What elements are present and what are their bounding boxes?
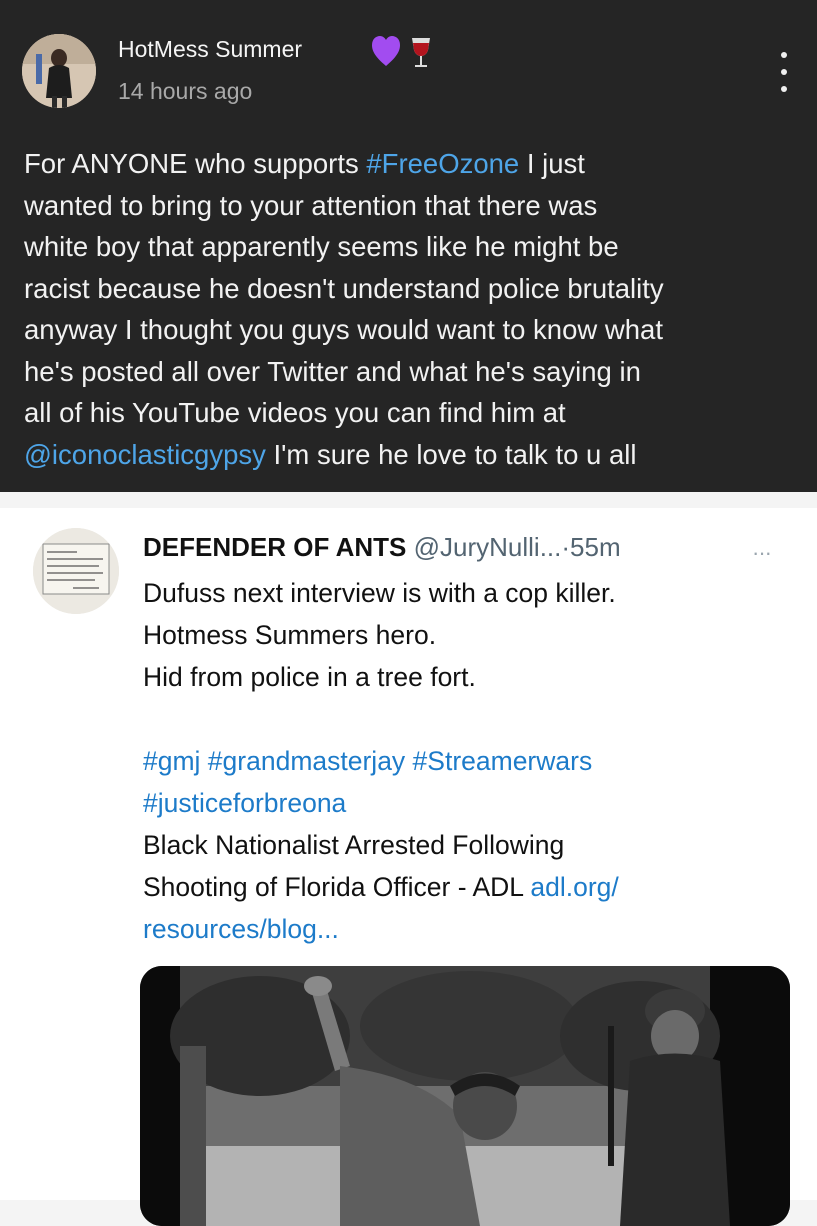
tweet-body: Dufuss next interview is with a cop kill… <box>143 572 793 950</box>
more-options-icon[interactable] <box>772 52 796 92</box>
tweet-headline-line: Black Nationalist Arrested Following <box>143 830 565 860</box>
post-card: HotMess Summer 14 hours ago For ANYONE w… <box>0 0 817 492</box>
post-body: For ANYONE who supports #FreeOzone I jus… <box>24 143 804 475</box>
tweet-hashtags[interactable]: #gmj #grandmasterjay #Streamerwars <box>143 740 793 782</box>
tweet-more-icon[interactable]: ··· <box>752 540 772 566</box>
mention-link[interactable]: @iconoclasticgypsy <box>24 439 266 470</box>
tweet-media-image[interactable] <box>140 966 790 1226</box>
tweet-author-avatar[interactable] <box>33 528 119 614</box>
post-body-line: white boy that apparently seems like he … <box>24 231 619 262</box>
tweet-text-line: Hotmess Summers hero. <box>143 620 437 650</box>
post-body-line: For ANYONE who supports #FreeOzone I jus… <box>24 148 585 179</box>
tweet-text-line: Hid from police in a tree fort. <box>143 662 476 692</box>
post-body-line: all of his YouTube videos you can find h… <box>24 397 566 428</box>
post-body-line: he's posted all over Twitter and what he… <box>24 355 641 387</box>
post-body-line: @iconoclasticgypsy I'm sure he love to t… <box>24 438 637 470</box>
post-timestamp: 14 hours ago <box>118 78 253 104</box>
post-body-line: wanted to bring to your attention that t… <box>24 189 598 221</box>
tweet-time: 55m <box>570 532 621 562</box>
tweet-text-line: Dufuss next interview is with a cop kill… <box>143 578 616 608</box>
hashtag-link[interactable]: #FreeOzone <box>366 148 519 179</box>
post-body-line: racist because he doesn't understand pol… <box>24 272 664 304</box>
tweet-author-handle[interactable]: @JuryNulli... <box>414 532 562 562</box>
tweet-link[interactable]: resources/blog... <box>143 908 793 950</box>
tweet-separator: · <box>561 532 571 562</box>
tweet-link[interactable]: adl.org/ <box>530 872 618 902</box>
tweet-header: DEFENDER OF ANTS @JuryNulli...·55m <box>143 532 621 563</box>
tweet-headline-line: Shooting of Florida Officer - ADL adl.or… <box>143 872 619 902</box>
tweet-author-name[interactable]: DEFENDER OF ANTS <box>143 532 406 562</box>
wine-glass-icon <box>412 38 430 67</box>
purple-heart-icon <box>372 36 400 66</box>
post-body-line: anyway I thought you guys would want to … <box>24 314 663 345</box>
avatar-note-image <box>33 528 119 614</box>
author-avatar[interactable] <box>22 34 96 108</box>
news-photo <box>140 966 790 1226</box>
author-emojis <box>370 32 440 77</box>
avatar-photo <box>22 34 96 108</box>
author-name[interactable]: HotMess Summer <box>118 36 302 63</box>
tweet-hashtags[interactable]: #justiceforbreona <box>143 782 793 824</box>
